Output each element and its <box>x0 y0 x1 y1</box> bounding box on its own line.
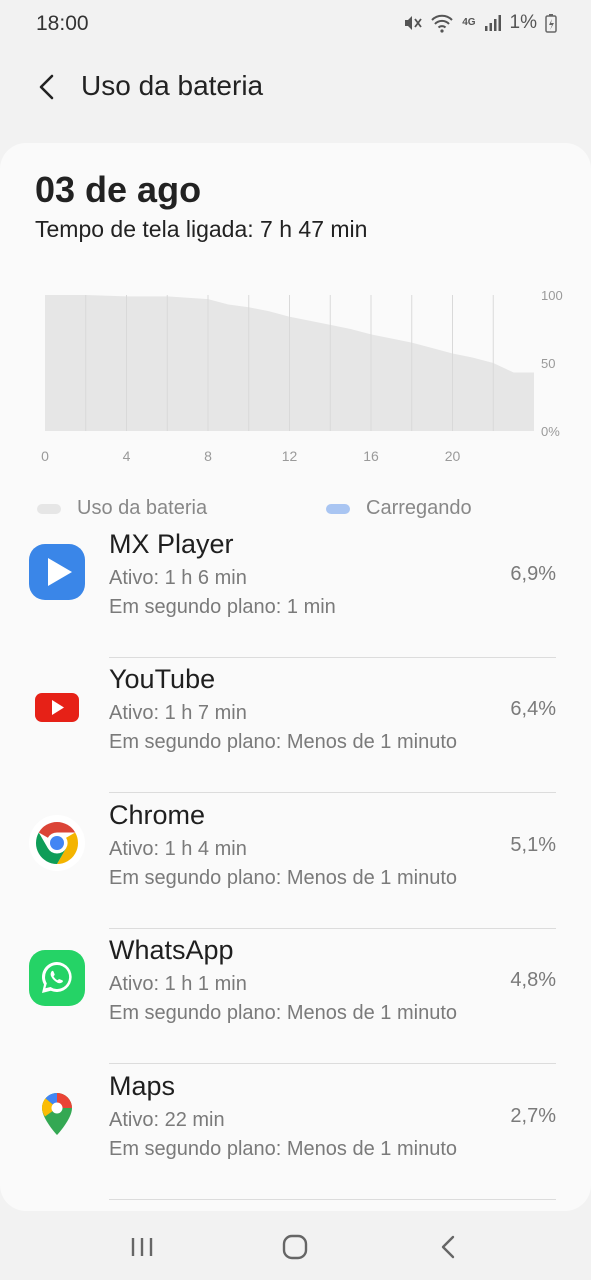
x-tick-label: 12 <box>282 448 298 464</box>
app-active-time: Ativo: 1 h 7 min <box>109 702 247 724</box>
youtube-icon <box>35 693 79 722</box>
usage-date: 03 de ago <box>35 169 202 210</box>
mx-player-icon <box>29 544 85 600</box>
wifi-icon <box>431 14 453 33</box>
app-background-time: Em segundo plano: Menos de 1 minuto <box>109 1138 457 1160</box>
divider <box>109 1199 556 1200</box>
app-background-time: Em segundo plano: Menos de 1 minuto <box>109 867 457 889</box>
app-name: MX Player <box>109 529 234 559</box>
app-percent: 4,8% <box>510 969 556 991</box>
status-icons: 4G 1% <box>402 12 557 34</box>
status-time: 18:00 <box>36 12 89 35</box>
status-bar: 18:00 4G 1% <box>0 0 591 48</box>
divider <box>109 1063 556 1064</box>
whatsapp-icon <box>29 950 85 1006</box>
back-icon[interactable] <box>434 1232 464 1262</box>
page-title: Uso da bateria <box>81 70 264 101</box>
recents-icon[interactable] <box>127 1232 157 1262</box>
app-background-time: Em segundo plano: 1 min <box>109 596 336 618</box>
app-percent: 5,1% <box>510 834 556 856</box>
signal-icon <box>484 15 501 31</box>
app-name: Chrome <box>109 800 206 830</box>
app-percent: 6,4% <box>510 698 556 720</box>
x-tick-label: 4 <box>123 448 131 464</box>
app-row-youtube[interactable]: YouTube Ativo: 1 h 7 min Em segundo plan… <box>0 658 591 793</box>
app-active-time: Ativo: 1 h 4 min <box>109 838 247 860</box>
app-active-time: Ativo: 1 h 6 min <box>109 567 247 589</box>
app-background-time: Em segundo plano: Menos de 1 minuto <box>109 731 457 753</box>
legend-swatch-usage <box>37 503 61 514</box>
network-type: 4G <box>462 17 476 28</box>
back-arrow-icon[interactable] <box>30 70 64 104</box>
legend-swatch-charging <box>326 503 350 514</box>
x-tick-label: 20 <box>445 448 461 464</box>
app-row-chrome[interactable]: Chrome Ativo: 1 h 4 min Em segundo plano… <box>0 794 591 929</box>
divider <box>109 792 556 793</box>
app-name: Maps <box>109 1071 176 1101</box>
app-row-maps[interactable]: Maps Ativo: 22 min Em segundo plano: Men… <box>0 1065 591 1200</box>
home-icon[interactable] <box>280 1232 310 1262</box>
app-row-whatsapp[interactable]: WhatsApp Ativo: 1 h 1 min Em segundo pla… <box>0 929 591 1064</box>
app-name: WhatsApp <box>109 935 234 965</box>
legend-label-usage: Uso da bateria <box>77 497 208 519</box>
x-tick-label: 16 <box>363 448 379 464</box>
y-tick-label: 100 <box>541 288 563 303</box>
y-tick-label: 50 <box>541 356 555 371</box>
navigation-bar <box>0 1212 591 1280</box>
screen-on-time: Tempo de tela ligada: 7 h 47 min <box>35 216 368 242</box>
battery-charging-icon <box>545 14 557 33</box>
battery-chart: 0 4 8 12 16 20 100 50 0% <box>41 288 563 464</box>
x-tick-label: 8 <box>204 448 212 464</box>
x-tick-label: 0 <box>41 448 49 464</box>
app-background-time: Em segundo plano: Menos de 1 minuto <box>109 1002 457 1024</box>
chrome-icon <box>29 815 85 871</box>
app-name: YouTube <box>109 664 216 694</box>
app-percent: 2,7% <box>510 1105 556 1127</box>
maps-icon <box>42 1093 72 1135</box>
y-tick-label: 0% <box>541 424 560 439</box>
app-active-time: Ativo: 22 min <box>109 1109 225 1131</box>
app-percent: 6,9% <box>510 563 556 585</box>
app-row-mx-player[interactable]: MX Player Ativo: 1 h 6 min Em segundo pl… <box>0 523 591 658</box>
battery-level: 1% <box>509 12 537 33</box>
app-active-time: Ativo: 1 h 1 min <box>109 973 247 995</box>
legend-charging: Carregando <box>326 497 472 520</box>
mute-icon <box>405 16 422 30</box>
legend-battery-usage: Uso da bateria <box>37 497 207 520</box>
legend-label-charging: Carregando <box>366 497 472 519</box>
battery-usage-card: 03 de ago Tempo de tela ligada: 7 h 47 m… <box>0 143 591 1211</box>
app-bar: Uso da bateria <box>0 48 591 138</box>
